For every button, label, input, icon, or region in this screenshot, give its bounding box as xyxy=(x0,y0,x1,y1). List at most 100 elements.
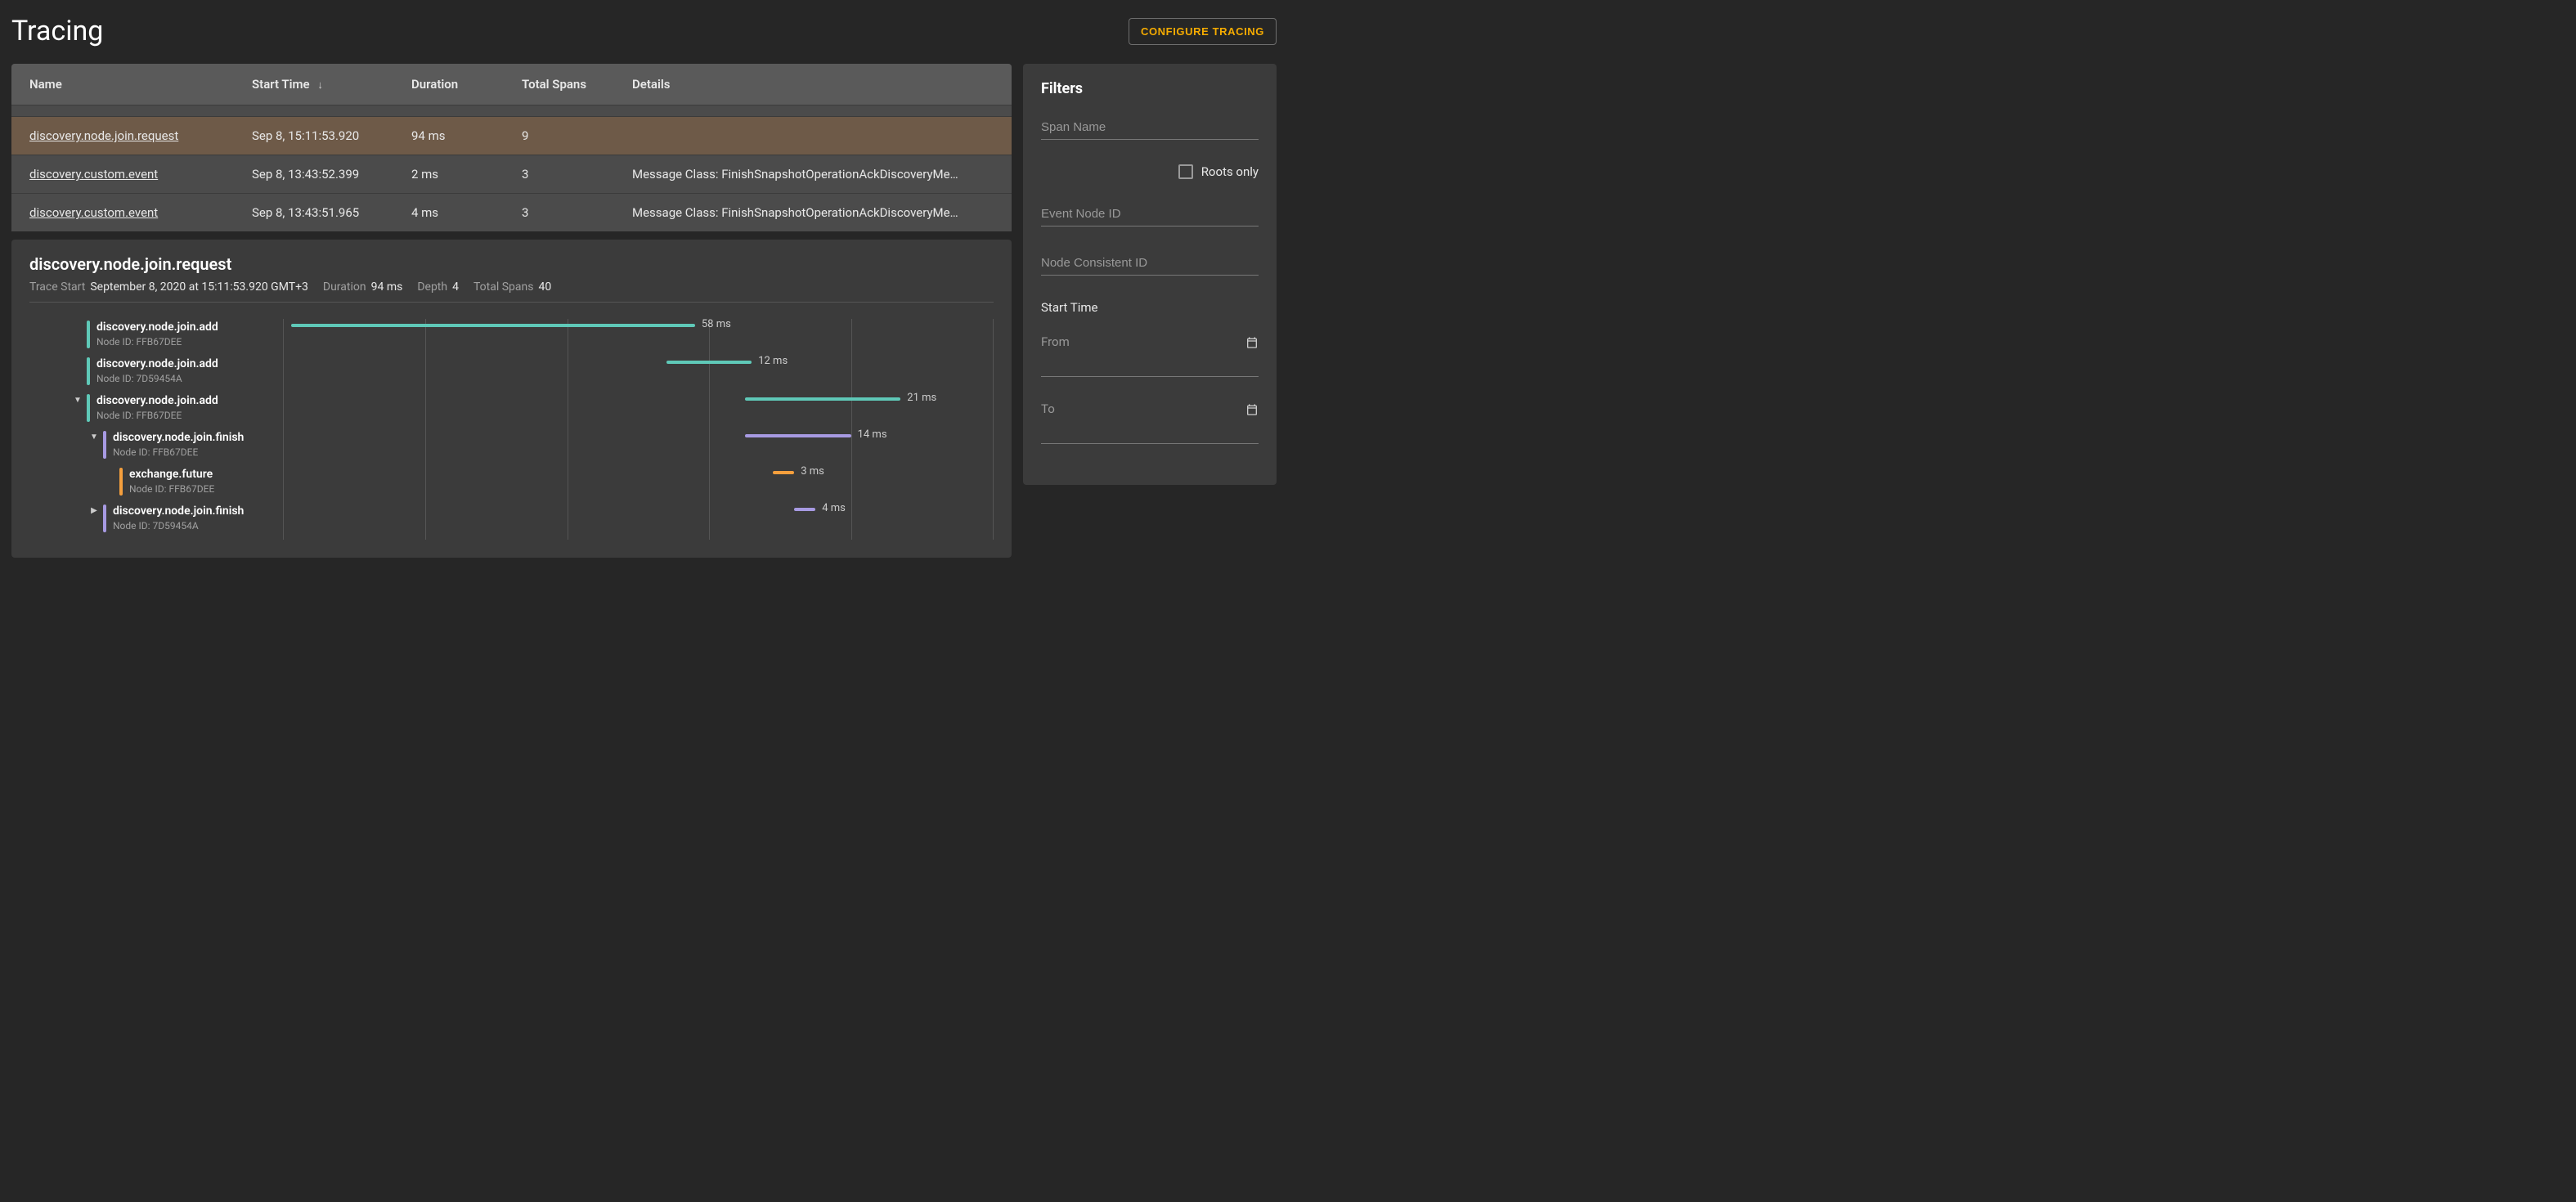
event-node-id-input[interactable] xyxy=(1041,202,1259,226)
span-bar[interactable] xyxy=(745,434,851,437)
span-color-tick xyxy=(87,357,90,385)
span-duration-label: 4 ms xyxy=(822,502,846,514)
span-name: discovery.node.join.add xyxy=(96,357,218,371)
span-bar[interactable] xyxy=(745,397,901,401)
expand-toggle-icon[interactable] xyxy=(72,321,83,332)
span-color-tick xyxy=(103,505,106,532)
cell-details: Message Class: FinishSnapshotOperationAc… xyxy=(632,205,994,220)
table-row[interactable]: discovery.node.join.request Sep 8, 15:11:… xyxy=(11,116,1012,155)
sort-desc-icon: ↓ xyxy=(317,79,323,92)
traces-table: Name Start Time ↓ Duration Total Spans D… xyxy=(11,64,1012,231)
trace-depth-label: Depth xyxy=(417,280,447,294)
span-color-tick xyxy=(119,468,123,496)
cell-start-time: Sep 8, 13:43:52.399 xyxy=(252,167,411,182)
span-node-id: Node ID: FFB67DEE xyxy=(129,483,214,495)
table-row[interactable]: discovery.custom.event Sep 8, 13:43:51.96… xyxy=(11,193,1012,231)
col-header-start-time-label: Start Time xyxy=(252,77,310,92)
trace-total-spans-value: 40 xyxy=(538,280,551,294)
span-name-input[interactable] xyxy=(1041,115,1259,140)
span-duration-label: 14 ms xyxy=(858,428,887,441)
col-header-name[interactable]: Name xyxy=(29,77,252,92)
trace-depth-value: 4 xyxy=(452,280,459,294)
span-name: discovery.node.join.add xyxy=(96,394,218,408)
span-duration-label: 12 ms xyxy=(758,355,788,367)
cell-start-time: Sep 8, 13:43:51.965 xyxy=(252,205,411,220)
span-bar-row: 21 ms xyxy=(284,392,993,429)
start-time-section-label: Start Time xyxy=(1041,300,1259,315)
span-tree-row[interactable]: discovery.node.join.add Node ID: FFB67DEE xyxy=(29,319,283,356)
roots-only-label: Roots only xyxy=(1201,164,1259,179)
trace-meta: Trace Start September 8, 2020 at 15:11:53… xyxy=(29,280,994,303)
to-date-label: To xyxy=(1041,401,1259,416)
trace-duration-value: 94 ms xyxy=(371,280,403,294)
span-bar-row: 14 ms xyxy=(284,429,993,466)
trace-start-label: Trace Start xyxy=(29,280,85,294)
trace-duration-label: Duration xyxy=(323,280,366,294)
col-header-total-spans[interactable]: Total Spans xyxy=(522,77,632,92)
to-date-input[interactable] xyxy=(1041,419,1259,444)
trace-name-link[interactable]: discovery.node.join.request xyxy=(29,128,178,143)
span-node-id: Node ID: 7D59454A xyxy=(96,373,218,384)
span-duration-label: 58 ms xyxy=(702,318,731,330)
trace-start-value: September 8, 2020 at 15:11:53.920 GMT+3 xyxy=(90,280,308,294)
span-bar[interactable] xyxy=(794,508,815,511)
from-date-label: From xyxy=(1041,334,1259,349)
configure-tracing-button[interactable]: CONFIGURE TRACING xyxy=(1129,18,1277,45)
from-date-input[interactable] xyxy=(1041,352,1259,377)
node-consistent-id-input[interactable] xyxy=(1041,251,1259,276)
span-tree-row[interactable]: ▶ discovery.node.join.finish Node ID: 7D59… xyxy=(29,503,283,540)
filters-panel: Filters Roots only Start Time From xyxy=(1023,64,1277,485)
span-name: exchange.future xyxy=(129,468,214,482)
span-node-id: Node ID: FFB67DEE xyxy=(96,410,218,421)
trace-detail-panel: discovery.node.join.request Trace Start S… xyxy=(11,240,1012,558)
table-row[interactable] xyxy=(11,105,1012,116)
span-tree-row[interactable]: ▼ discovery.node.join.finishNode ID: FFB6… xyxy=(29,429,283,466)
cell-duration: 4 ms xyxy=(411,205,522,220)
expand-toggle-icon[interactable]: ▼ xyxy=(88,431,100,442)
col-header-start-time[interactable]: Start Time ↓ xyxy=(252,77,411,92)
table-row[interactable]: discovery.custom.event Sep 8, 13:43:52.39… xyxy=(11,155,1012,193)
trace-total-spans-label: Total Spans xyxy=(473,280,533,294)
expand-toggle-icon[interactable]: ▼ xyxy=(72,394,83,406)
span-name: discovery.node.join.finish xyxy=(113,431,244,445)
col-header-duration[interactable]: Duration xyxy=(411,77,522,92)
roots-only-checkbox[interactable] xyxy=(1178,164,1193,179)
span-bar-row: 3 ms xyxy=(284,466,993,503)
cell-start-time: Sep 8, 15:11:53.920 xyxy=(252,128,411,143)
span-tree-row[interactable]: discovery.node.join.add Node ID: 7D59454A xyxy=(29,356,283,392)
span-bar-row: 58 ms xyxy=(284,319,993,356)
trace-name-link[interactable]: discovery.custom.event xyxy=(29,205,158,220)
page-title: Tracing xyxy=(11,15,103,47)
cell-details xyxy=(632,128,994,143)
span-node-id: Node ID: FFB67DEE xyxy=(96,336,218,348)
span-bar-row: 4 ms xyxy=(284,503,993,540)
span-bar[interactable] xyxy=(666,361,752,364)
span-bar[interactable] xyxy=(773,471,794,474)
expand-toggle-icon[interactable] xyxy=(105,468,116,479)
table-header-row: Name Start Time ↓ Duration Total Spans D… xyxy=(11,64,1012,105)
span-tree-row[interactable]: ▼ discovery.node.join.add Node ID: FFB67DE… xyxy=(29,392,283,429)
span-duration-label: 21 ms xyxy=(907,392,936,404)
trace-title: discovery.node.join.request xyxy=(29,254,994,274)
span-bar-row: 12 ms xyxy=(284,356,993,392)
span-name: discovery.node.join.add xyxy=(96,321,218,334)
cell-duration: 2 ms xyxy=(411,167,522,182)
span-node-id: Node ID: FFB67DEE xyxy=(113,446,244,458)
span-duration-label: 3 ms xyxy=(801,465,824,478)
cell-total-spans: 3 xyxy=(522,205,632,220)
span-tree-row[interactable]: exchange.futureNode ID: FFB67DEE xyxy=(29,466,283,503)
col-header-details[interactable]: Details xyxy=(632,77,994,92)
span-node-id: Node ID: 7D59454A xyxy=(113,520,244,531)
expand-toggle-icon[interactable]: ▶ xyxy=(88,505,100,516)
cell-total-spans: 3 xyxy=(522,167,632,182)
span-bar[interactable] xyxy=(291,324,695,327)
span-name: discovery.node.join.finish xyxy=(113,505,244,518)
cell-total-spans: 9 xyxy=(522,128,632,143)
filters-title: Filters xyxy=(1041,80,1259,97)
cell-details: Message Class: FinishSnapshotOperationAc… xyxy=(632,167,994,182)
span-color-tick xyxy=(103,431,106,459)
trace-name-link[interactable]: discovery.custom.event xyxy=(29,167,158,182)
cell-duration: 94 ms xyxy=(411,128,522,143)
span-color-tick xyxy=(87,394,90,422)
expand-toggle-icon[interactable] xyxy=(72,357,83,369)
